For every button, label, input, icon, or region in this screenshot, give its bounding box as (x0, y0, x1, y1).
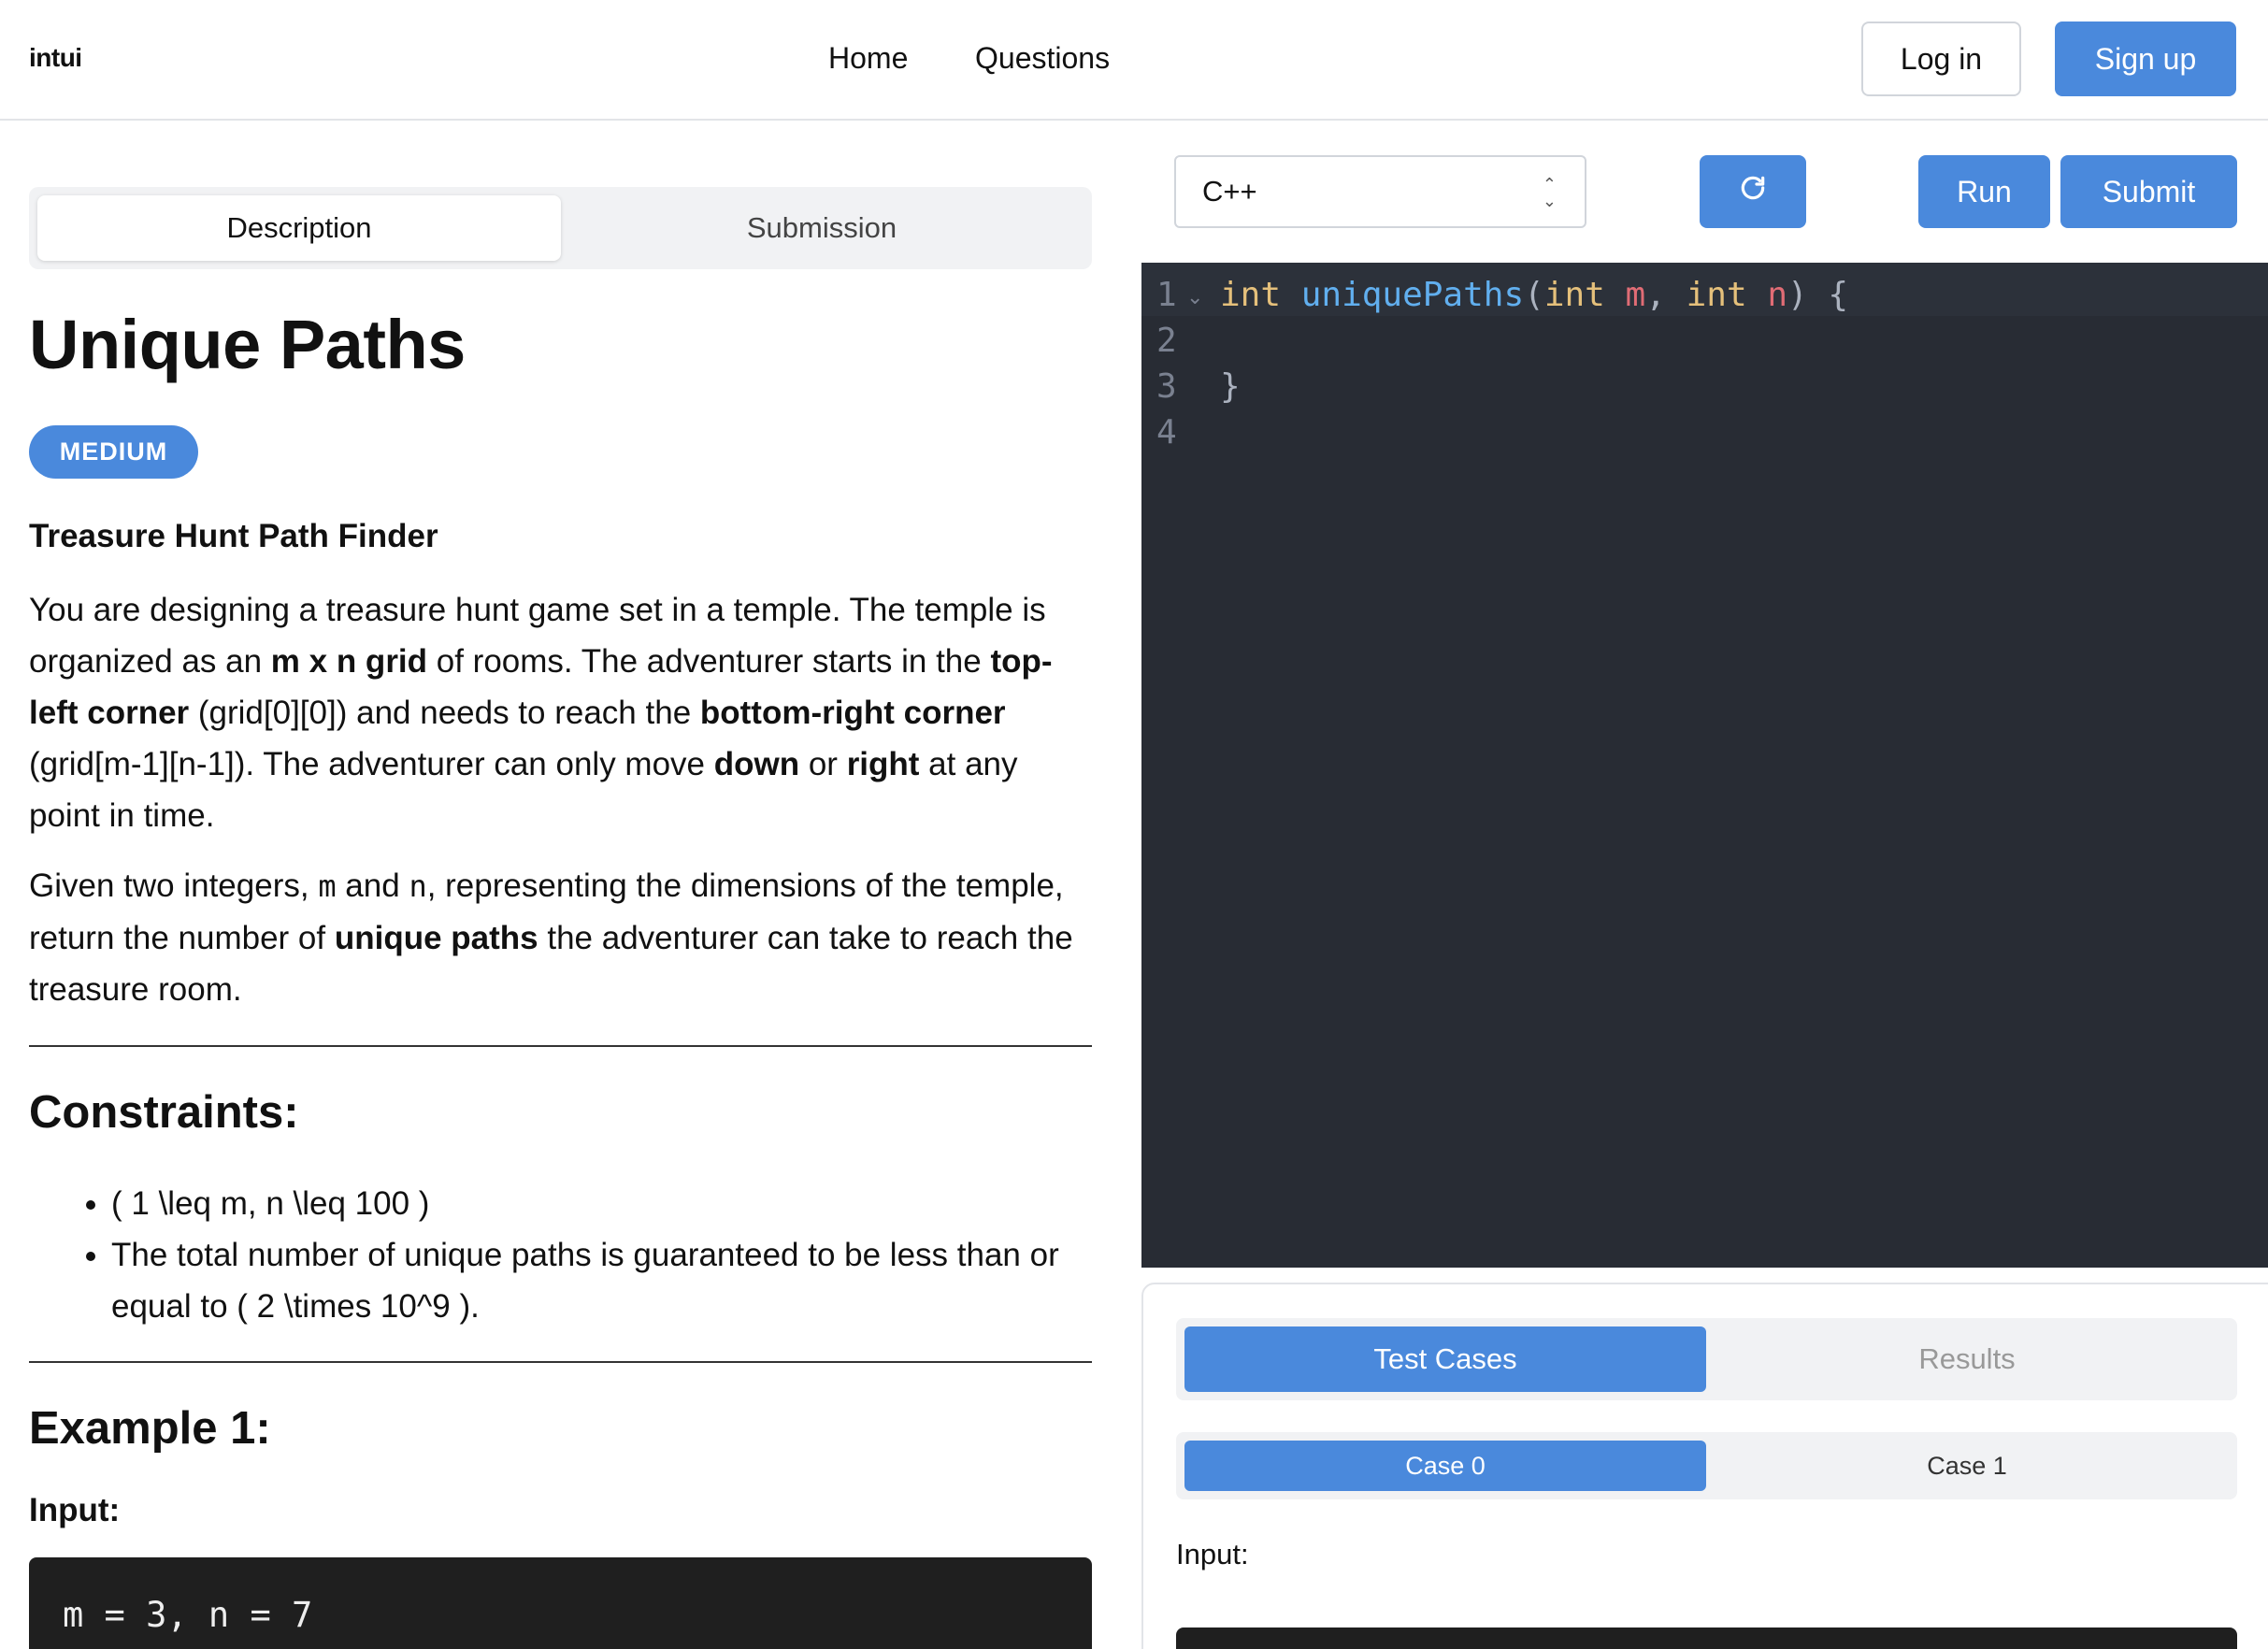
language-select[interactable]: C++ ⌃ ⌄ (1174, 155, 1586, 228)
nav-questions-link[interactable]: Questions (975, 41, 1110, 76)
logo[interactable]: intui (29, 43, 82, 73)
constraints-heading: Constraints: (29, 1087, 299, 1138)
example-input-code: m = 3, n = 7 (29, 1557, 1092, 1649)
line-number: 4 (1156, 413, 1177, 452)
list-item: The total number of unique paths is guar… (111, 1229, 1102, 1332)
chevron-updown-icon: ⌃ ⌄ (1542, 175, 1557, 210)
test-panel-tabs: Test Cases Results (1176, 1318, 2237, 1400)
case-tabs: Case 0 Case 1 (1176, 1432, 2237, 1499)
list-item: ( 1 \leq m, n \leq 100 ) (111, 1178, 1102, 1229)
login-button[interactable]: Log in (1861, 22, 2021, 96)
divider (29, 1361, 1092, 1363)
code-content[interactable]: int uniquePaths(int m, int n) { ​}​ (1220, 272, 1848, 455)
line-number-gutter: 1 2 3 4 (1156, 272, 1177, 455)
line-number: 2 (1156, 322, 1177, 360)
fold-chevron-icon[interactable]: ⌄ (1186, 285, 1203, 309)
tab-description[interactable]: Description (37, 195, 561, 261)
code-line-4: ​ (1220, 409, 1848, 455)
tab-case-1[interactable]: Case 1 (1706, 1441, 2228, 1491)
refresh-button[interactable] (1700, 155, 1806, 228)
code-line-3: } (1220, 367, 1241, 406)
difficulty-badge: MEDIUM (29, 425, 198, 479)
signup-button[interactable]: Sign up (2055, 22, 2236, 96)
tab-submission[interactable]: Submission (560, 195, 1084, 261)
run-button[interactable]: Run (1918, 155, 2050, 228)
problem-paragraph-1: You are designing a treasure hunt game s… (29, 592, 1053, 834)
problem-paragraph-2: Given two integers, m and n, representin… (29, 868, 1073, 1008)
code-line-2: ​ (1220, 318, 1848, 364)
refresh-icon (1738, 173, 1768, 210)
submit-button[interactable]: Submit (2060, 155, 2237, 228)
divider (29, 1045, 1092, 1047)
code-line-1: int uniquePaths(int m, int n) { (1220, 276, 1849, 314)
tab-results[interactable]: Results (1706, 1326, 2228, 1392)
problem-title: Unique Paths (29, 306, 466, 383)
problem-tabs: Description Submission (29, 187, 1092, 269)
line-number: 3 (1156, 367, 1177, 406)
case-input-label: Input: (1176, 1538, 1249, 1570)
case-input-box (1176, 1627, 2237, 1649)
constraints-list: ( 1 \leq m, n \leq 100 ) The total numbe… (111, 1178, 1102, 1332)
example-input-label: Input: (29, 1492, 121, 1528)
tab-test-cases[interactable]: Test Cases (1184, 1326, 1706, 1392)
problem-subtitle: Treasure Hunt Path Finder (29, 518, 438, 554)
example-heading: Example 1: (29, 1403, 271, 1454)
tab-case-0[interactable]: Case 0 (1184, 1441, 1706, 1491)
language-select-value: C++ (1202, 175, 1257, 208)
nav-home-link[interactable]: Home (828, 41, 908, 76)
code-editor[interactable]: 1 2 3 4 ⌄ int uniquePaths(int m, int n) … (1141, 263, 2268, 1268)
top-navbar: intui Home Questions Log in Sign up (0, 0, 2268, 121)
line-number: 1 (1156, 276, 1177, 314)
